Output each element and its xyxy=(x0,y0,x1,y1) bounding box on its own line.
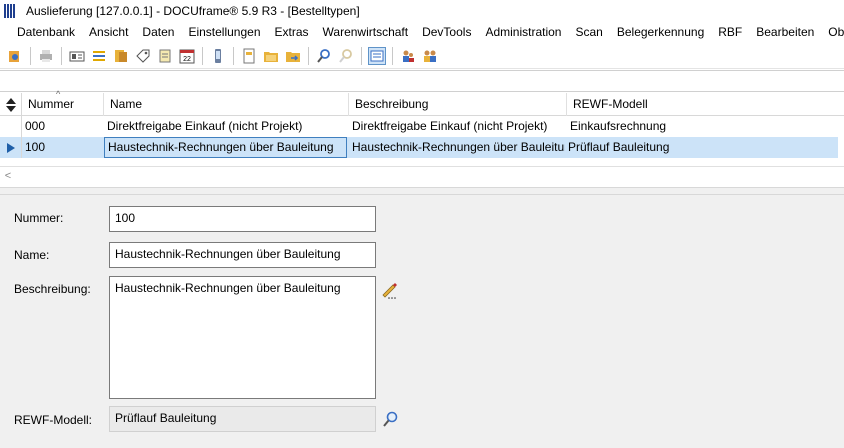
current-row-arrow-icon[interactable] xyxy=(0,137,22,158)
toolbar-separator xyxy=(233,46,234,65)
calendar-icon[interactable]: 22 xyxy=(178,47,196,65)
menu-bearbeiten[interactable]: Bearbeiten xyxy=(749,22,821,43)
cell-rewf-modell[interactable]: Einkaufsrechnung xyxy=(567,116,838,137)
search-icon[interactable] xyxy=(315,47,333,65)
cell-name[interactable]: Direktfreigabe Einkauf (nicht Projekt) xyxy=(104,116,349,137)
toolbar-separator xyxy=(30,46,31,65)
table-row-selected[interactable]: 100 Haustechnik-Rechnungen über Bauleitu… xyxy=(0,137,838,158)
toolbar-separator xyxy=(202,46,203,65)
toolbar-separator xyxy=(308,46,309,65)
column-header-name[interactable]: Name xyxy=(104,93,349,116)
user-group-icon[interactable] xyxy=(421,47,439,65)
detail-form: Nummer: 100 Name: Haustechnik-Rechnungen… xyxy=(0,195,844,448)
table-row[interactable]: 000 Direktfreigabe Einkauf (nicht Projek… xyxy=(0,116,838,137)
nummer-field[interactable]: 100 xyxy=(109,206,376,232)
app-logo-icon xyxy=(4,4,20,18)
cell-rewf-modell[interactable]: Prüflauf Bauleitung xyxy=(565,137,838,158)
name-label: Name: xyxy=(14,248,50,262)
beschreibung-label: Beschreibung: xyxy=(14,282,91,296)
scroll-left-icon[interactable]: < xyxy=(0,170,16,182)
menu-administration[interactable]: Administration xyxy=(478,22,568,43)
menu-bar: Datenbank Ansicht Daten Einstellungen Ex… xyxy=(0,22,844,43)
edit-pencil-icon[interactable] xyxy=(380,281,398,299)
column-header-beschreibung[interactable]: Beschreibung xyxy=(349,93,567,116)
window-title: Auslieferung [127.0.0.1] - DOCUframe® 5.… xyxy=(26,4,360,18)
row-indicator[interactable] xyxy=(0,116,22,137)
name-field[interactable]: Haustechnik-Rechnungen über Bauleitung xyxy=(109,242,376,268)
cell-nummer[interactable]: 000 xyxy=(22,116,104,137)
title-bar: Auslieferung [127.0.0.1] - DOCUframe® 5.… xyxy=(0,0,844,22)
phone-icon[interactable] xyxy=(209,47,227,65)
cell-nummer[interactable]: 100 xyxy=(22,137,104,158)
folder-open-icon[interactable] xyxy=(262,47,280,65)
menu-scan[interactable]: Scan xyxy=(568,22,609,43)
column-header-nummer[interactable]: ^ Nummer xyxy=(22,89,104,116)
grid-header: ^ Nummer Name Beschreibung REWF-Modell xyxy=(0,89,844,116)
beschreibung-textarea[interactable]: Haustechnik-Rechnungen über Bauleitung xyxy=(109,276,376,399)
tag-icon[interactable] xyxy=(134,47,152,65)
toolbar-separator xyxy=(392,46,393,65)
menu-objekte[interactable]: Ob xyxy=(821,22,844,43)
detail-view-icon[interactable] xyxy=(368,46,386,65)
toolbar-separator xyxy=(61,46,62,65)
filter-bar[interactable] xyxy=(0,70,844,92)
toolbar-separator xyxy=(361,46,362,65)
id-card-icon[interactable] xyxy=(68,47,86,65)
menu-daten[interactable]: Daten xyxy=(135,22,181,43)
rewf-modell-field: Prüflauf Bauleitung xyxy=(109,406,376,432)
users-icon[interactable] xyxy=(399,47,417,65)
menu-extras[interactable]: Extras xyxy=(268,22,316,43)
menu-einstellungen[interactable]: Einstellungen xyxy=(181,22,267,43)
toolbar: 22 xyxy=(0,43,844,69)
menu-datenbank[interactable]: Datenbank xyxy=(10,22,82,43)
rewf-modell-label: REWF-Modell: xyxy=(14,413,93,427)
folder-export-icon[interactable] xyxy=(284,47,302,65)
menu-devtools[interactable]: DevTools xyxy=(415,22,478,43)
svg-text:22: 22 xyxy=(183,56,191,63)
menu-warenwirtschaft[interactable]: Warenwirtschaft xyxy=(316,22,416,43)
menu-ansicht[interactable]: Ansicht xyxy=(82,22,135,43)
document-icon[interactable] xyxy=(240,47,258,65)
list-icon[interactable] xyxy=(90,47,108,65)
sort-ascending-icon: ^ xyxy=(56,89,61,99)
print-icon[interactable] xyxy=(37,47,55,65)
pane-splitter[interactable] xyxy=(0,187,844,195)
notepad-icon[interactable] xyxy=(156,47,174,65)
new-record-icon[interactable] xyxy=(6,47,24,65)
column-header-rewf-modell[interactable]: REWF-Modell xyxy=(567,93,837,116)
cell-beschreibung[interactable]: Direktfreigabe Einkauf (nicht Projekt) xyxy=(349,116,567,137)
cell-name-focused[interactable]: Haustechnik-Rechnungen über Bauleitung xyxy=(104,137,347,158)
folder-icon[interactable] xyxy=(112,47,130,65)
lookup-search-icon[interactable] xyxy=(382,410,400,428)
menu-rbf[interactable]: RBF xyxy=(711,22,749,43)
nummer-label: Nummer: xyxy=(14,211,64,225)
menu-belegerkennung[interactable]: Belegerkennung xyxy=(610,22,711,43)
row-sort-icon[interactable] xyxy=(0,93,22,116)
horizontal-scrollbar[interactable]: < xyxy=(0,166,844,185)
search-disabled-icon[interactable] xyxy=(337,47,355,65)
cell-beschreibung[interactable]: Haustechnik-Rechnungen über Bauleitung xyxy=(347,137,565,158)
